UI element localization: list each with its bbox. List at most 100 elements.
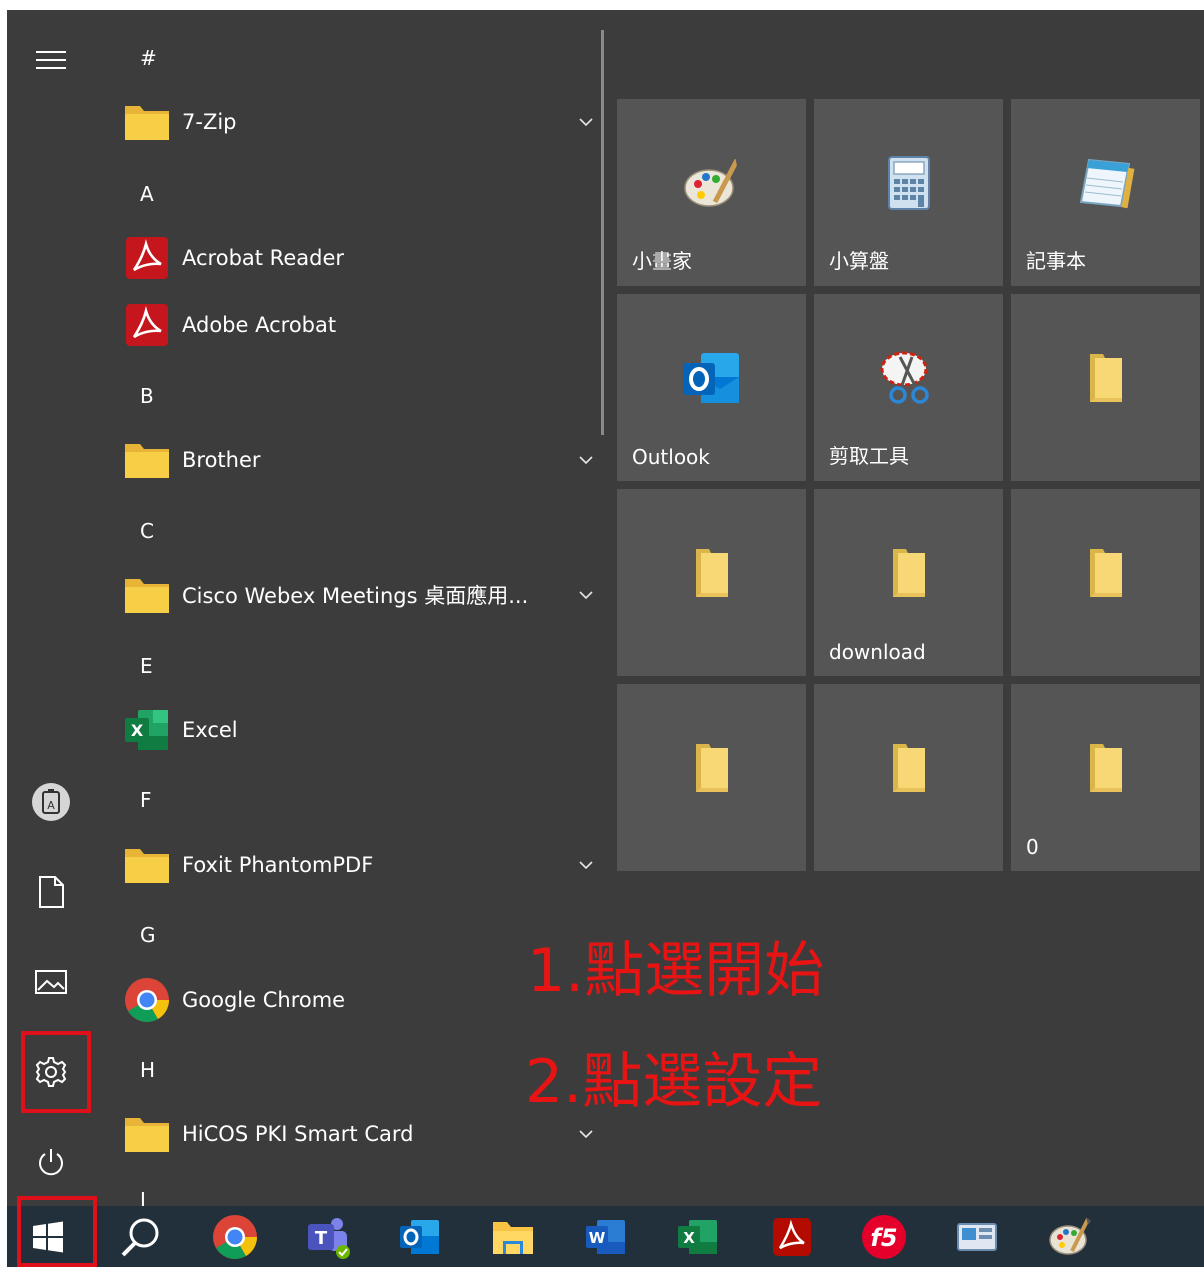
start-highlight-box (17, 1196, 97, 1267)
svg-text:X: X (683, 1229, 695, 1247)
paint-icon[interactable] (1045, 1212, 1095, 1262)
file-explorer-icon[interactable] (488, 1212, 538, 1262)
start-tile[interactable]: 小算盤 (814, 99, 1003, 286)
control-panel-icon[interactable] (952, 1212, 1002, 1262)
app-label: Google Chrome (182, 988, 346, 1012)
svg-text:X: X (131, 721, 144, 740)
folder-tile-icon (693, 742, 731, 798)
app-list-scrollbar[interactable] (601, 30, 604, 435)
app-list-item[interactable]: Foxit PhantomPDF (124, 840, 593, 890)
tile-label: Outlook (632, 445, 710, 469)
section-letter[interactable]: F (140, 788, 152, 812)
teams-icon[interactable]: T (303, 1212, 353, 1262)
calculator-icon (887, 155, 931, 215)
section-letter[interactable]: I (140, 1188, 146, 1206)
section-letter[interactable]: G (140, 923, 156, 947)
app-list-item[interactable]: Cisco Webex Meetings 桌面應用... (124, 570, 593, 620)
app-list-item[interactable]: Google Chrome (124, 975, 584, 1025)
menu-icon[interactable] (29, 38, 73, 82)
start-tile[interactable] (617, 684, 806, 871)
section-letter[interactable]: C (140, 519, 154, 543)
tile-label: 0 (1026, 835, 1039, 859)
app-label: Brother (182, 448, 261, 472)
folder-icon (124, 842, 170, 888)
folder-tile-icon (1087, 352, 1125, 408)
start-tile[interactable]: 記事本 (1011, 99, 1200, 286)
app-list-item[interactable]: Adobe Acrobat (124, 300, 584, 350)
section-letter[interactable]: H (140, 1058, 155, 1082)
excel-icon[interactable]: X (673, 1212, 723, 1262)
tile-label: 剪取工具 (829, 444, 909, 468)
search-icon[interactable] (115, 1212, 165, 1262)
svg-text:A: A (47, 799, 55, 812)
chrome-icon[interactable] (210, 1212, 260, 1262)
folder-icon (124, 437, 170, 483)
app-label: Adobe Acrobat (182, 313, 337, 337)
tile-label: 記事本 (1026, 249, 1086, 273)
app-label: Acrobat Reader (182, 246, 344, 270)
annotation-step2: 2.點選設定 (525, 1047, 823, 1117)
app-list-item[interactable]: Brother (124, 435, 593, 485)
folder-tile-icon (693, 547, 731, 603)
folder-tile-icon (890, 547, 928, 603)
f5-icon[interactable]: f5 (859, 1212, 909, 1262)
chrome-icon (124, 977, 170, 1023)
app-list-item[interactable]: HiCOS PKI Smart Card (124, 1109, 593, 1159)
app-list[interactable]: #7-Zip A Acrobat Reader Adobe Acrobat B Broth… (102, 10, 602, 1206)
user-icon[interactable]: A (29, 780, 73, 824)
folder-icon (124, 1111, 170, 1157)
excel-icon: X (124, 707, 170, 753)
start-tile[interactable] (814, 684, 1003, 871)
app-list-item[interactable]: 7-Zip (124, 97, 593, 147)
start-tile[interactable]: Outlook (617, 294, 806, 481)
svg-text:f5: f5 (870, 1224, 897, 1252)
paint-icon (681, 152, 743, 218)
start-rail: A (7, 10, 97, 1206)
start-tile[interactable]: download (814, 489, 1003, 676)
chevron-down-icon[interactable] (576, 450, 596, 470)
word-icon[interactable]: W (581, 1212, 631, 1262)
app-list-item[interactable]: X Excel (124, 705, 584, 755)
section-letter[interactable]: E (140, 654, 153, 678)
app-label: HiCOS PKI Smart Card (182, 1122, 414, 1146)
start-tile[interactable] (1011, 294, 1200, 481)
snipping-tool-icon (878, 347, 940, 413)
notepad-icon (1077, 154, 1135, 216)
svg-text:T: T (315, 1228, 328, 1249)
app-label: 7-Zip (182, 110, 237, 134)
acrobat-icon[interactable] (767, 1212, 817, 1262)
start-tile[interactable]: 小畫家 (617, 99, 806, 286)
folder-icon (124, 572, 170, 618)
taskbar: T W X f5 (7, 1206, 1204, 1267)
acrobat-icon (124, 235, 170, 281)
outlook-icon[interactable] (395, 1212, 445, 1262)
acrobat-icon (124, 302, 170, 348)
folder-icon (124, 99, 170, 145)
section-letter[interactable]: B (140, 384, 154, 408)
documents-icon[interactable] (29, 870, 73, 914)
tile-label: download (829, 640, 926, 664)
start-menu: A #7-Zip A Acrobat Reader Adobe Acrobat B Bro… (7, 10, 1204, 1206)
folder-tile-icon (1087, 742, 1125, 798)
start-tile[interactable]: 剪取工具 (814, 294, 1003, 481)
folder-tile-icon (1087, 547, 1125, 603)
app-label: Excel (182, 718, 238, 742)
app-label: Foxit PhantomPDF (182, 853, 374, 877)
outlook-icon (681, 349, 743, 411)
folder-tile-icon (890, 742, 928, 798)
start-tile[interactable] (617, 489, 806, 676)
start-tile[interactable] (1011, 489, 1200, 676)
start-tile[interactable]: 0 (1011, 684, 1200, 871)
annotation-step1: 1.點選開始 (527, 936, 825, 1006)
chevron-down-icon[interactable] (576, 585, 596, 605)
tile-label: 小算盤 (829, 249, 889, 273)
power-icon[interactable] (29, 1140, 73, 1184)
app-list-item[interactable]: Acrobat Reader (124, 233, 584, 283)
chevron-down-icon[interactable] (576, 855, 596, 875)
section-letter[interactable]: # (140, 46, 157, 70)
chevron-down-icon[interactable] (576, 1124, 596, 1144)
pictures-icon[interactable] (29, 960, 73, 1004)
svg-text:W: W (589, 1229, 606, 1247)
chevron-down-icon[interactable] (576, 112, 596, 132)
section-letter[interactable]: A (140, 182, 154, 206)
